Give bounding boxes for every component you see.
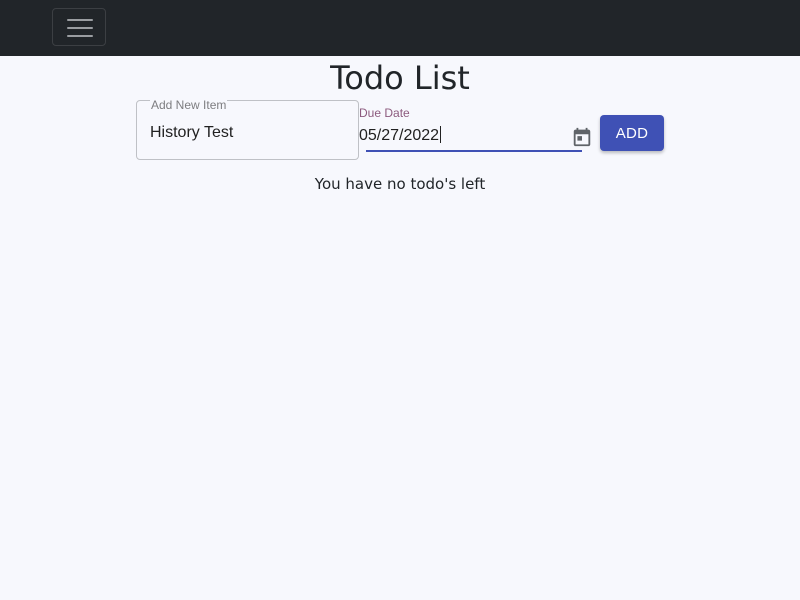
due-date-value: 05/27/2022: [359, 127, 440, 144]
new-item-field[interactable]: Add New Item History Test: [136, 98, 359, 160]
text-cursor: [440, 126, 442, 143]
top-navbar: [0, 0, 800, 56]
calendar-icon: [573, 127, 591, 147]
due-date-field[interactable]: Due Date 05/27/2022: [359, 104, 591, 154]
new-item-input[interactable]: History Test: [150, 123, 233, 143]
due-date-input[interactable]: 05/27/2022: [359, 126, 442, 146]
hamburger-menu-button[interactable]: [52, 8, 106, 46]
empty-todos-message: You have no todo's left: [314, 175, 486, 193]
new-item-label: Add New Item: [150, 98, 228, 112]
hamburger-menu-icon: [67, 35, 93, 37]
due-date-underline: [366, 150, 582, 152]
due-date-label: Due Date: [359, 106, 410, 120]
hamburger-menu-icon: [67, 27, 93, 29]
page-title: Todo List: [330, 59, 470, 97]
hamburger-menu-icon: [67, 19, 93, 21]
calendar-button[interactable]: [571, 126, 593, 148]
add-button[interactable]: ADD: [600, 115, 664, 151]
